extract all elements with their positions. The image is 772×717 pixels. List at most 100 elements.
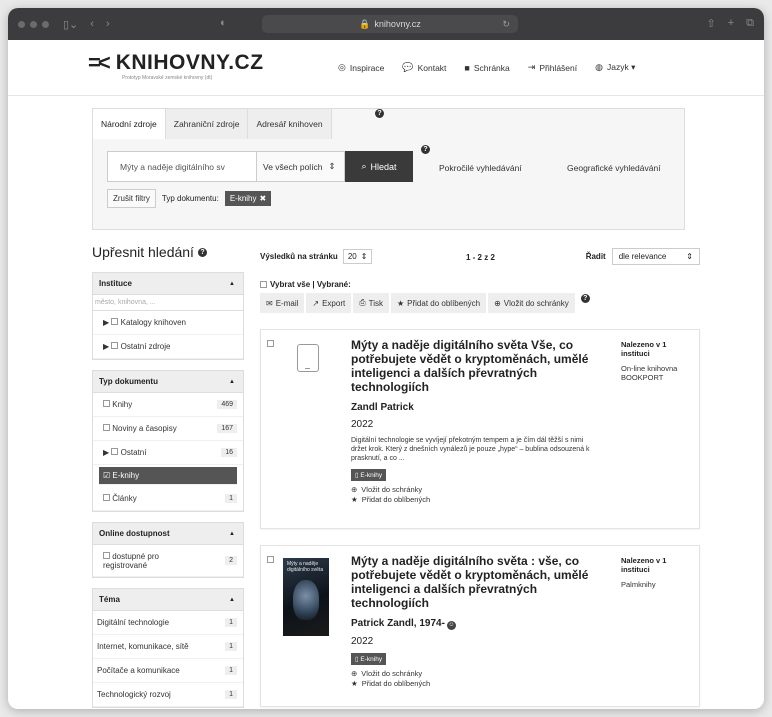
logo-mark-icon: =<: [88, 50, 111, 75]
facet-item[interactable]: dostupné pro registrované 2: [93, 545, 243, 577]
facet-item[interactable]: Internet, komunikace, sítě 1: [93, 635, 243, 659]
facet-item[interactable]: Počítače a komunikace 1: [93, 659, 243, 683]
link-label: Přidat do oblíbených: [361, 495, 431, 504]
sort-select[interactable]: dle relevance ⇕: [611, 248, 700, 265]
search-row: Mýty a naděje digitálního sv Ve všech po…: [107, 151, 413, 182]
select-all[interactable]: Vybrat vše | Vybrané:: [260, 280, 700, 289]
export-button[interactable]: ↗ Export: [306, 293, 352, 313]
add-favorite-link[interactable]: ★ Přidat do oblíbených: [351, 495, 591, 505]
print-button[interactable]: ⎙ Tisk: [353, 293, 389, 313]
facet-item[interactable]: ▶ Ostatní 16: [93, 441, 243, 465]
add-favorites-button[interactable]: ★ Přidat do oblíbených: [390, 293, 487, 313]
checkbox[interactable]: [103, 400, 110, 407]
result-body: Mýty a naděje digitálního světa Vše, co …: [351, 338, 591, 505]
help-icon[interactable]: ?: [580, 294, 590, 303]
facet-item[interactable]: ▶ Katalogy knihoven: [93, 311, 243, 335]
tabs-overview-icon[interactable]: ⧉: [746, 17, 754, 30]
filter-chip[interactable]: E-knihy ✖: [224, 191, 272, 206]
result-checkbox[interactable]: [267, 340, 274, 347]
result-title-link[interactable]: Mýty a naděje digitálního světa Vše, co …: [351, 338, 591, 394]
tab-narodni-zdroje[interactable]: Národní zdroje: [93, 109, 166, 139]
checkbox[interactable]: [103, 494, 110, 501]
search-input[interactable]: Mýty a naděje digitálního sv: [107, 151, 257, 182]
window-controls[interactable]: [18, 20, 49, 28]
facet-item-label: Ostatní: [120, 448, 147, 457]
help-icon[interactable]: ?: [421, 145, 430, 154]
address-bar[interactable]: 🔒 knihovny.cz ↻: [262, 15, 518, 33]
facet-item-label: Katalogy knihoven: [120, 318, 187, 327]
facet-item-label: Články: [112, 494, 137, 503]
add-favorite-link[interactable]: ★ Přidat do oblíbených: [351, 679, 591, 689]
add-to-box-link[interactable]: ⊕ Vložit do schránky: [351, 669, 591, 679]
facet-filter-input[interactable]: město, knihovna, ...: [93, 295, 243, 311]
plus-circle-icon: ⊕: [351, 485, 358, 494]
clear-filters-button[interactable]: Zrušit filtry: [107, 189, 156, 208]
expand-triangle-icon[interactable]: ▶: [103, 448, 109, 457]
facet-item-label: dostupné pro registrované: [103, 551, 159, 570]
privacy-shield-icon[interactable]: ◐: [220, 17, 227, 29]
checkbox[interactable]: [103, 551, 110, 559]
checked-checkbox-icon[interactable]: ☑: [103, 471, 110, 480]
select-all-checkbox[interactable]: [260, 281, 267, 288]
source-link[interactable]: On-line knihovna BOOKPORT: [621, 364, 697, 382]
facet-item[interactable]: Noviny a časopisy 167: [93, 417, 243, 441]
facet-header[interactable]: Instituce ▲: [93, 273, 243, 295]
checkbox[interactable]: [111, 318, 119, 325]
nav-inspirace[interactable]: ◎ Inspirace: [338, 62, 384, 73]
advanced-search-link[interactable]: Pokročilé vyhledávání: [439, 163, 522, 173]
action-label: Vložit do schránky: [503, 298, 569, 308]
active-filters: Zrušit filtry Typ dokumentu: E-knihy ✖: [107, 189, 272, 208]
source-link[interactable]: Palmknihy: [621, 580, 697, 589]
facet-item[interactable]: Digitální technologie 1: [93, 611, 243, 635]
facet-count: 1: [225, 690, 237, 699]
facet-item[interactable]: ▶ Ostatní zdroje: [93, 335, 243, 359]
new-tab-icon[interactable]: +: [728, 17, 734, 30]
sidebar-toggle-icon[interactable]: ▯⌄: [63, 18, 78, 31]
facet-header[interactable]: Typ dokumentu ▲: [93, 371, 243, 393]
help-icon[interactable]: ?: [197, 247, 207, 257]
email-button[interactable]: ✉ E-mail: [260, 293, 305, 313]
cover-title: Mýty a naděje digitálního světa: [287, 561, 324, 573]
book-cover-image[interactable]: Mýty a naděje digitálního světa: [283, 558, 329, 636]
search-scope-select[interactable]: Ve všech polích ⇕: [257, 151, 345, 182]
result-title-link[interactable]: Mýty a naděje digitálního světa : vše, c…: [351, 554, 591, 610]
facet-header[interactable]: Téma ▲: [93, 589, 243, 611]
result-author-link[interactable]: Zandl Patrick: [351, 402, 591, 413]
facet-item[interactable]: Články 1: [93, 487, 243, 511]
facet-header[interactable]: Online dostupnost ▲: [93, 523, 243, 545]
facet-typ-dokumentu: Typ dokumentu ▲ Knihy 469 Noviny a časopis…: [92, 370, 244, 512]
logo-subtitle: Prototyp Moravské zemské knihovny (dt): [122, 75, 213, 81]
site-logo[interactable]: =< KNIHOVNY.CZ Prototyp Moravské zemské …: [88, 50, 264, 82]
add-to-box-link[interactable]: ⊕ Vložit do schránky: [351, 485, 591, 495]
checkbox[interactable]: [111, 342, 119, 349]
facet-item[interactable]: Technologický rozvoj 1: [93, 683, 243, 707]
expand-triangle-icon[interactable]: ▶: [103, 342, 109, 351]
add-to-box-button[interactable]: ⊕ Vložit do schránky: [488, 293, 575, 313]
reload-icon[interactable]: ↻: [502, 19, 510, 30]
per-page-select[interactable]: 20 ⇕: [342, 249, 373, 264]
geo-search-link[interactable]: Geografické vyhledávání: [567, 163, 661, 173]
checkbox[interactable]: [103, 424, 110, 431]
expand-triangle-icon[interactable]: ▶: [103, 318, 109, 327]
result-author-link[interactable]: Patrick Zandl, 1974-: [351, 618, 445, 629]
person-icon[interactable]: ☺: [446, 621, 456, 630]
share-icon[interactable]: ⇧: [706, 17, 715, 30]
facet-item-selected[interactable]: ☑ E-knihy: [99, 467, 237, 485]
nav-jazyk[interactable]: ◍ Jazyk ▾: [595, 62, 635, 73]
forward-icon[interactable]: ›: [106, 18, 110, 31]
facet-count: 167: [217, 424, 237, 433]
facet-item[interactable]: Knihy 469: [93, 393, 243, 417]
action-label: Tisk: [368, 298, 383, 308]
checkbox[interactable]: [111, 448, 119, 455]
tab-adresar-knihoven[interactable]: Adresář knihoven: [248, 109, 332, 139]
nav-schranka[interactable]: ■ Schránka: [464, 62, 509, 73]
tab-zahranicni-zdroje[interactable]: Zahraniční zdroje: [165, 109, 249, 139]
close-icon[interactable]: ✖: [260, 194, 267, 203]
search-button[interactable]: ⌕ Hledat: [345, 151, 413, 182]
result-checkbox[interactable]: [267, 556, 274, 563]
nav-kontakt[interactable]: 💬 Kontakt: [402, 62, 446, 73]
help-icon[interactable]: ?: [375, 109, 384, 118]
nav-label: Schránka: [473, 62, 510, 73]
nav-prihlaseni[interactable]: ⇥ Přihlášení: [528, 62, 577, 73]
back-icon[interactable]: ‹: [90, 18, 94, 31]
